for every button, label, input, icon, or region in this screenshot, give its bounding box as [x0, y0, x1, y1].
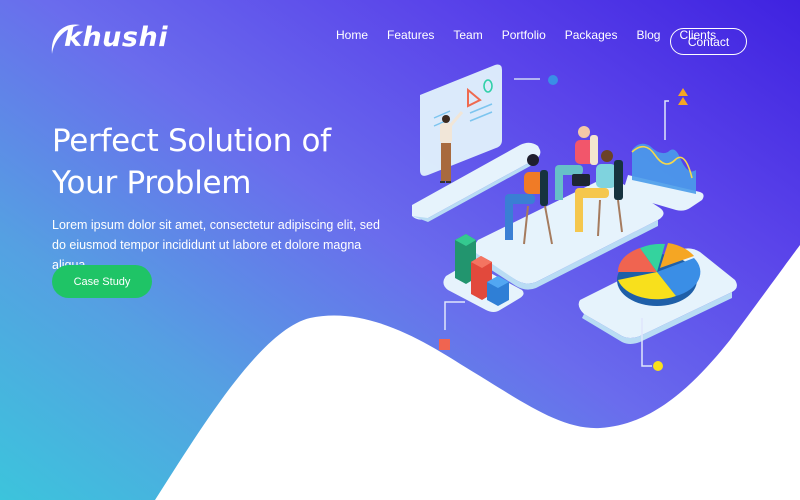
nav-team[interactable]: Team — [453, 28, 482, 42]
nav-portfolio[interactable]: Portfolio — [502, 28, 546, 42]
nav-home[interactable]: Home — [336, 28, 368, 42]
case-study-button[interactable]: Case Study — [52, 265, 152, 298]
hero-title: Perfect Solution of Your Problem — [52, 120, 392, 204]
logo[interactable]: khushi — [46, 20, 168, 62]
hero-title-line2: Your Problem — [52, 165, 252, 201]
hero-section: khushi Home Features Team Portfolio Pack… — [0, 0, 800, 500]
nav-features[interactable]: Features — [387, 28, 434, 42]
pie-chart — [578, 243, 737, 371]
wave-chart — [623, 88, 704, 211]
contact-button[interactable]: Contact — [670, 28, 747, 55]
nav-blog[interactable]: Blog — [636, 28, 660, 42]
logo-text: khushi — [64, 22, 168, 53]
hero-title-line1: Perfect Solution of — [52, 123, 331, 159]
whiteboard — [420, 64, 502, 176]
hero-illustration — [412, 64, 737, 371]
nav-packages[interactable]: Packages — [565, 28, 618, 42]
